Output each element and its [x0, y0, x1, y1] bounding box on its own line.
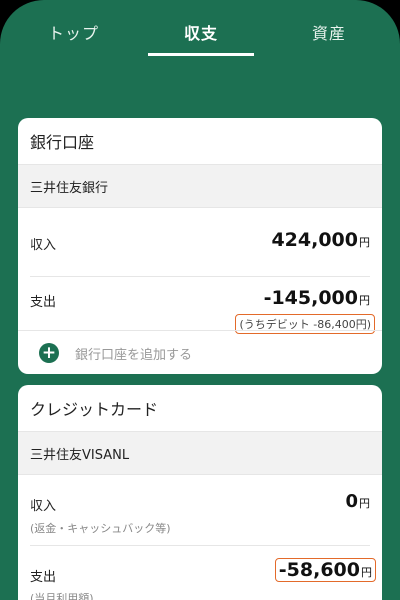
credit-income-label: 収入 — [30, 499, 57, 514]
bank-income-amount: 424,000 — [271, 229, 358, 251]
tab-top[interactable]: トップ — [48, 20, 99, 44]
credit-card-name[interactable]: 三井住友VISANL — [18, 431, 382, 475]
tab-assets[interactable]: 資産 — [312, 20, 346, 44]
bank-expense-unit: 円 — [359, 294, 370, 307]
bank-income-label: 収入 — [30, 238, 57, 253]
bank-name[interactable]: 三井住友銀行 — [18, 164, 382, 208]
bank-income-value: 424,000円 — [271, 229, 370, 251]
credit-card-title: クレジットカード — [30, 400, 159, 419]
credit-expense-label: 支出 — [30, 570, 57, 585]
credit-expense-value: -58,600円 — [274, 558, 376, 582]
credit-income-note: (返金・キャッシュバック等) — [30, 522, 171, 535]
bank-income-unit: 円 — [359, 236, 370, 249]
credit-expense-unit: 円 — [361, 566, 372, 579]
credit-expense-amount: -58,600 — [278, 559, 360, 581]
bank-expense-amount: -145,000 — [263, 287, 358, 309]
top-tab-bar: トップ 収支 資産 — [0, 0, 400, 58]
credit-expense-note: (当月利用額) — [30, 592, 94, 600]
add-bank-account-button[interactable]: + 銀行口座を追加する — [18, 330, 382, 374]
add-bank-account-label: 銀行口座を追加する — [75, 347, 193, 363]
bank-expense-label: 支出 — [30, 295, 57, 310]
bank-expense-value: -145,000円 — [264, 287, 370, 309]
bank-card-title: 銀行口座 — [30, 133, 95, 152]
credit-income-unit: 円 — [359, 497, 370, 510]
bank-income-row: 収入 424,000円 — [18, 208, 382, 276]
credit-card-card: クレジットカード 三井住友VISANL 収入 0円 (返金・キャッシュバック等)… — [18, 385, 382, 600]
bank-account-card: 銀行口座 三井住友銀行 収入 424,000円 支出 -145,000円 (うち… — [18, 118, 382, 374]
bank-expense-row: 支出 -145,000円 (うちデビット -86,400円) — [18, 277, 382, 334]
plus-icon: + — [39, 343, 59, 363]
credit-expense-row: 支出 -58,600円 (当月利用額) — [18, 546, 382, 600]
credit-income-value: 0円 — [345, 491, 370, 512]
active-tab-indicator — [148, 53, 254, 56]
credit-income-amount: 0 — [345, 491, 358, 512]
app-screen: トップ 収支 資産 銀行口座 三井住友銀行 収入 424,000円 支出 -14… — [0, 0, 400, 600]
tab-income-expense[interactable]: 収支 — [184, 20, 218, 44]
credit-income-row: 収入 0円 (返金・キャッシュバック等) — [18, 475, 382, 545]
